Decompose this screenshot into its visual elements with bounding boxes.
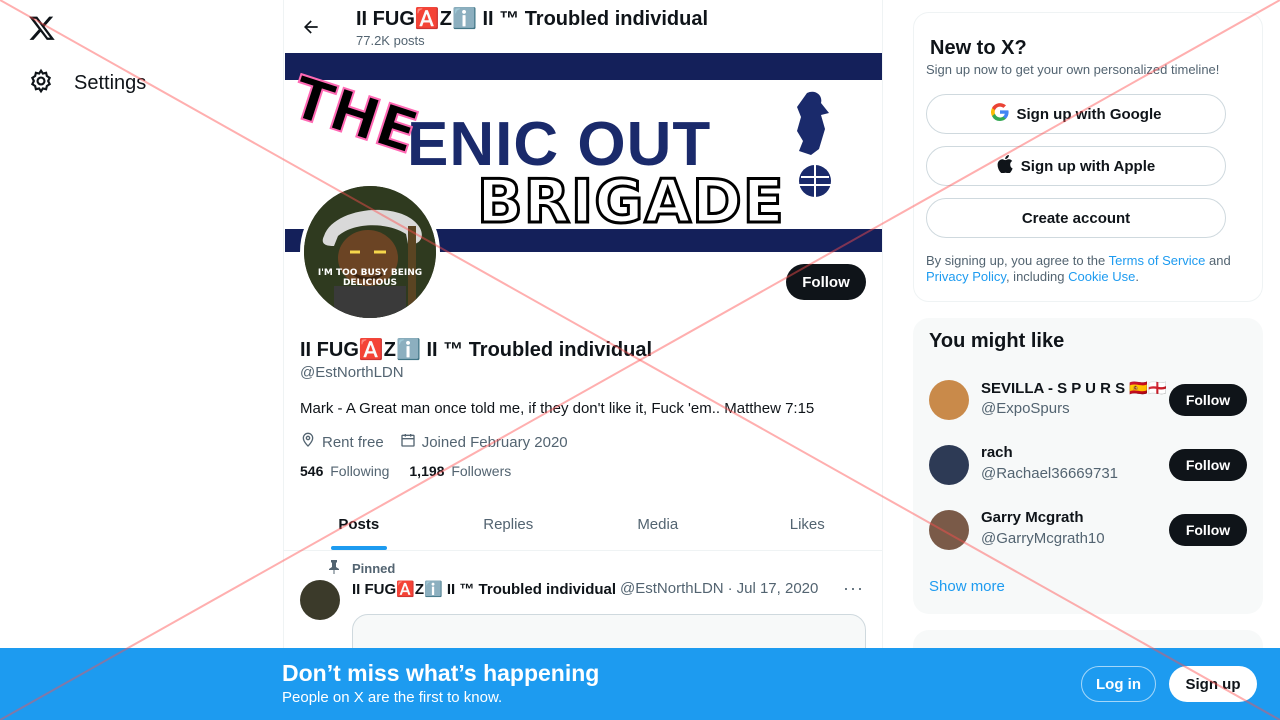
- signup-title: New to X?: [930, 37, 1027, 59]
- avatar-image: [304, 186, 436, 318]
- signup-apple-button[interactable]: Sign up with Apple: [926, 146, 1226, 186]
- gear-icon: [28, 68, 54, 99]
- who-to-follow-box: You might like SEVILLA - S P U R S 🇪🇸🏴󠁧󠁢…: [913, 318, 1263, 614]
- location-pin-icon: [300, 432, 316, 452]
- post-date[interactable]: Jul 17, 2020: [737, 580, 819, 598]
- suggestion-avatar[interactable]: [929, 510, 969, 550]
- header-display-name: II FUG🅰️Zℹ️ II ™ Troubled individual: [356, 8, 709, 30]
- post-author-name[interactable]: II FUG🅰️Zℹ️ II ™ Troubled individual: [352, 580, 616, 598]
- left-navigation: Settings: [0, 0, 283, 720]
- bottom-bar-subtitle: People on X are the first to know.: [282, 689, 503, 706]
- apple-icon: [997, 155, 1013, 177]
- terms-link[interactable]: Terms of Service: [1109, 253, 1206, 268]
- signup-box: New to X? Sign up now to get your own pe…: [913, 12, 1263, 302]
- login-button[interactable]: Log in: [1081, 666, 1156, 702]
- suggestion-handle: @GarryMcgrath10: [981, 530, 1105, 547]
- bottom-bar-title: Don’t miss what’s happening: [282, 660, 600, 686]
- signup-prompt-bar: Don’t miss what’s happening People on X …: [0, 648, 1280, 720]
- cockerel-crest-icon: [797, 91, 831, 197]
- suggestion-name[interactable]: Garry Mcgrath: [981, 509, 1084, 526]
- followers-link[interactable]: 1,198 Followers: [409, 463, 511, 479]
- calendar-icon: [400, 432, 416, 452]
- signup-legal-text: By signing up, you agree to the Terms of…: [926, 253, 1246, 285]
- post-author-handle[interactable]: @EstNorthLDN: [620, 580, 724, 598]
- tab-replies[interactable]: Replies: [434, 499, 584, 550]
- who-to-follow-title: You might like: [929, 330, 1065, 352]
- joined-text: Joined February 2020: [421, 433, 568, 451]
- legal-part-4: .: [1135, 269, 1139, 284]
- pinned-indicator: Pinned: [328, 560, 395, 577]
- nav-settings-label: Settings: [74, 72, 147, 94]
- profile-bio: Mark - A Great man once told me, if they…: [300, 400, 815, 417]
- show-more-link[interactable]: Show more: [929, 578, 1005, 595]
- post-author-avatar[interactable]: [300, 580, 340, 620]
- cookie-link[interactable]: Cookie Use: [1068, 269, 1135, 284]
- profile-location: Rent free: [300, 432, 384, 452]
- signup-google-label: Sign up with Google: [1016, 105, 1162, 123]
- post-separator: ·: [727, 580, 733, 597]
- avatar-caption: I'M TOO BUSY BEING DELICIOUS: [317, 268, 423, 288]
- suggestion-name[interactable]: rach: [981, 444, 1013, 461]
- signup-subtitle: Sign up now to get your own personalized…: [926, 62, 1220, 77]
- followers-count: 1,198: [409, 463, 445, 479]
- suggestion-handle: @ExpoSpurs: [981, 400, 1070, 417]
- following-link[interactable]: 546 Following: [300, 463, 389, 479]
- suggestion-item[interactable]: Garry Mcgrath @GarryMcgrath10 Follow: [929, 508, 1247, 552]
- nav-settings[interactable]: Settings: [28, 68, 146, 99]
- create-account-button[interactable]: Create account: [926, 198, 1226, 238]
- suggestion-follow-button[interactable]: Follow: [1169, 514, 1247, 546]
- profile-column: II FUG🅰️Zℹ️ II ™ Troubled individual 77.…: [283, 0, 883, 720]
- tab-likes[interactable]: Likes: [733, 499, 883, 550]
- profile-handle: @EstNorthLDN: [300, 364, 404, 381]
- profile-joined: Joined February 2020: [400, 432, 568, 452]
- banner-brigade-text: BRIGADE: [476, 166, 786, 239]
- followers-label: Followers: [451, 463, 512, 479]
- legal-part-1: By signing up, you agree to the: [926, 253, 1109, 268]
- suggestion-handle: @Rachael36669731: [981, 465, 1118, 482]
- legal-part-3: , including: [1005, 269, 1069, 284]
- suggestion-avatar[interactable]: [929, 380, 969, 420]
- following-label: Following: [330, 463, 390, 479]
- signup-button[interactable]: Sign up: [1169, 666, 1257, 702]
- follow-button[interactable]: Follow: [786, 264, 866, 300]
- banner-stripe-top: [285, 53, 882, 80]
- profile-meta: Rent free Joined February 2020: [300, 432, 568, 452]
- legal-part-2: and: [1205, 253, 1231, 268]
- pinned-label: Pinned: [352, 561, 396, 576]
- suggestion-item[interactable]: SEVILLA - S P U R S 🇪🇸🏴󠁧󠁢󠁥󠁮󠁧󠁿 @ExpoSpurs…: [929, 378, 1247, 422]
- suggestion-avatar[interactable]: [929, 445, 969, 485]
- back-arrow-icon[interactable]: [298, 14, 324, 40]
- pin-icon: [328, 560, 340, 577]
- profile-counts: 546 Following 1,198 Followers: [300, 463, 511, 479]
- tab-media[interactable]: Media: [583, 499, 733, 550]
- suggestion-follow-button[interactable]: Follow: [1169, 384, 1247, 416]
- privacy-link[interactable]: Privacy Policy: [926, 269, 1006, 284]
- following-count: 546: [300, 463, 324, 479]
- tab-posts[interactable]: Posts: [284, 499, 434, 550]
- signup-google-button[interactable]: Sign up with Google: [926, 94, 1226, 134]
- profile-display-name: II FUG🅰️Zℹ️ II ™ Troubled individual: [300, 339, 653, 361]
- profile-tabs: Posts Replies Media Likes: [284, 499, 882, 551]
- suggestion-item[interactable]: rach @Rachael36669731 Follow: [929, 443, 1247, 487]
- suggestion-name[interactable]: SEVILLA - S P U R S 🇪🇸🏴󠁧󠁢󠁥󠁮󠁧󠁿: [981, 379, 1167, 397]
- x-logo-icon[interactable]: [28, 14, 56, 42]
- location-text: Rent free: [322, 433, 384, 451]
- more-options-icon[interactable]: ···: [843, 578, 864, 599]
- post-header: II FUG🅰️Zℹ️ II ™ Troubled individual @Es…: [352, 580, 818, 598]
- profile-header-bar: II FUG🅰️Zℹ️ II ™ Troubled individual 77.…: [284, 0, 882, 53]
- google-icon: [990, 103, 1009, 125]
- suggestion-follow-button[interactable]: Follow: [1169, 449, 1247, 481]
- signup-apple-label: Sign up with Apple: [1020, 157, 1156, 175]
- header-posts-count: 77.2K posts: [356, 33, 425, 48]
- profile-avatar[interactable]: I'M TOO BUSY BEING DELICIOUS: [300, 182, 440, 322]
